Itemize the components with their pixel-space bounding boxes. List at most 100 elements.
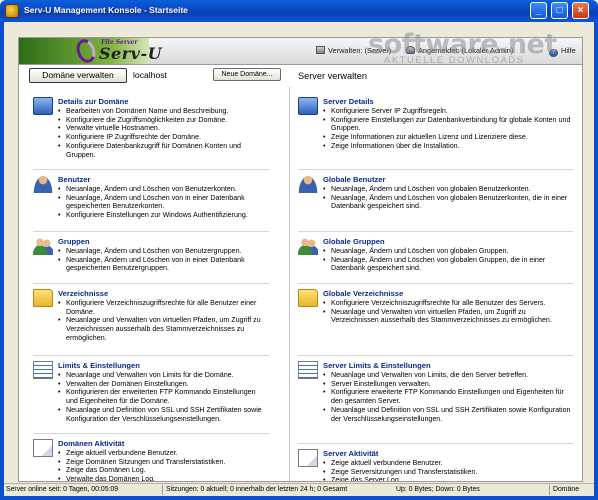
section-separator <box>33 283 269 284</box>
section-separator <box>298 355 573 356</box>
list-item: Neuanlage und Verwalten von Limits, die … <box>323 371 573 380</box>
new-domain-button[interactable]: Neue Domäne... <box>213 68 281 81</box>
list-item: Konfiguriere Datenbankzugriff für Domäne… <box>58 142 269 159</box>
checklist-icon <box>33 361 53 379</box>
list-item: Verwalten der Domänen Einstellungen. <box>58 380 269 389</box>
list-item: Zeige Domänen Sitzungen und Transferstat… <box>58 458 269 467</box>
list-item: Bearbeiten von Domänen Name und Beschrei… <box>58 107 269 116</box>
list-item: Konfigurieren der erweiterten FTP Komman… <box>58 388 269 405</box>
status-transfer: Up: 0 Bytes; Down: 0 Bytes <box>396 486 480 493</box>
list-item: Konfiguriere Einstellungen zur Datenbank… <box>323 116 573 133</box>
column-divider <box>289 87 290 481</box>
list-item: Neuanlage, Ändern und Löschen von global… <box>323 194 573 211</box>
logo-text: Serv-U <box>99 44 163 63</box>
status-uptime: Server online seit: 0 Tagen, 00:05:09 <box>6 486 119 493</box>
status-separator <box>162 485 163 495</box>
user-icon <box>298 175 318 193</box>
serv-u-app-icon <box>5 4 19 18</box>
window-titlebar[interactable]: Serv-U Management Konsole - Startseite _… <box>0 0 598 22</box>
list-item: Verwalte das Domänen Log. <box>58 475 269 481</box>
section-title-link[interactable]: Globale Verzeichnisse <box>323 289 403 298</box>
list-item: Neuanlage, Ändern und Löschen von global… <box>323 185 573 194</box>
section-bullet-list: Bearbeiten von Domänen Name und Beschrei… <box>58 107 269 159</box>
list-item: Konfiguriere IP Zugriffsrechte der Domän… <box>58 133 269 142</box>
section-separator <box>33 355 269 356</box>
window-title: Serv-U Management Konsole - Startseite <box>24 5 188 15</box>
list-item: Neuanlage und Definition von SSL und SSH… <box>58 406 269 423</box>
section-bullet-list: Neuanlage, Ändern und Löschen von global… <box>323 247 573 273</box>
section-bullet-list: Neuanlage, Ändern und Löschen von global… <box>323 185 573 211</box>
section-title-link[interactable]: Globale Benutzer <box>323 175 385 184</box>
computer-icon <box>33 97 53 115</box>
section-bullet-list: Zeige aktuell verbundene Benutzer.Zeige … <box>58 449 269 481</box>
folder-icon <box>33 289 53 307</box>
list-item: Zeige Informationen über die Installatio… <box>323 142 573 151</box>
section-separator <box>33 433 269 434</box>
list-item: Neuanlage, Ändern und Löschen von in ein… <box>58 194 269 211</box>
section-bullet-list: Konfiguriere Verzeichniszugriffsrechte f… <box>58 299 269 343</box>
document-icon <box>298 449 318 467</box>
section-title-link[interactable]: Domänen Aktivität <box>58 439 124 448</box>
start-page-content: Domäne verwalten localhost Neue Domäne..… <box>18 64 583 482</box>
list-item: Konfiguriere Verzeichniszugriffsrechte f… <box>323 299 573 308</box>
list-item: Zeige das Domänen Log. <box>58 466 269 475</box>
list-item: Neuanlage und Verwalten von virtuellen P… <box>58 316 269 342</box>
section-separator <box>298 169 573 170</box>
list-item: Zeige aktuell verbundene Benutzer. <box>323 459 573 468</box>
section-bullet-list: Neuanlage, Ändern und Löschen von Benutz… <box>58 247 269 273</box>
status-domain: Domäne <box>553 486 580 493</box>
section-title-link[interactable]: Limits & Einstellungen <box>58 361 140 370</box>
server-icon <box>316 46 325 54</box>
help-label: Hilfe <box>561 46 576 55</box>
section-bullet-list: Neuanlage und Verwalten von Limits, die … <box>323 371 573 423</box>
section-separator <box>298 443 573 444</box>
close-button[interactable]: × <box>572 2 589 19</box>
section-title-link[interactable]: Globale Gruppen <box>323 237 385 246</box>
list-item: Konfiguriere Server IP Zugriffsregeln. <box>323 107 573 116</box>
group-icon <box>33 237 53 255</box>
list-item: Konfiguriere erweiterte FTP Kommando Ein… <box>323 388 573 405</box>
list-item: Neuanlage und Verwalten von Limits für d… <box>58 371 269 380</box>
section-separator <box>298 283 573 284</box>
list-item: Neuanlage und Definition von SSL und SSH… <box>323 406 573 423</box>
section-title-link[interactable]: Server Limits & Einstellungen <box>323 361 431 370</box>
section-bullet-list: Konfiguriere Server IP Zugriffsregeln.Ko… <box>323 107 573 151</box>
document-icon <box>33 439 53 457</box>
list-item: Konfiguriere Verzeichniszugriffsrechte f… <box>58 299 269 316</box>
section-bullet-list: Zeige aktuell verbundene Benutzer. Zeige … <box>323 459 573 481</box>
section-title-link[interactable]: Verzeichnisse <box>58 289 108 298</box>
server-manage-heading: Server verwalten <box>298 71 367 81</box>
minimize-button[interactable]: _ <box>530 2 547 19</box>
list-item: Zeige aktuell verbundene Benutzer. <box>58 449 269 458</box>
list-item: Neuanlage, Ändern und Löschen von global… <box>323 247 573 256</box>
list-item: Neuanlage, Ändern und Löschen von global… <box>323 256 573 273</box>
section-separator <box>33 169 269 170</box>
group-icon <box>298 237 318 255</box>
list-item: Neuanlage und Verwalten von virtuellen P… <box>323 308 573 325</box>
section-separator <box>298 231 573 232</box>
list-item: Neuanlage, Ändern und Löschen von in ein… <box>58 256 269 273</box>
section-bullet-list: Konfiguriere Verzeichniszugriffsrechte f… <box>323 299 573 325</box>
section-bullet-list: Neuanlage und Verwalten von Limits für d… <box>58 371 269 423</box>
section-separator <box>33 231 269 232</box>
status-sessions: Sitzungen: 0 aktuell; 0 innerhalb der le… <box>166 486 348 493</box>
list-item: Zeige das Server Log. <box>323 476 573 481</box>
section-bullet-list: Neuanlage, Ändern und Löschen von Benutz… <box>58 185 269 220</box>
user-icon <box>33 175 53 193</box>
status-bar: Server online seit: 0 Tagen, 00:05:09 Si… <box>4 483 594 496</box>
section-title-link[interactable]: Server Aktivität <box>323 449 378 458</box>
manage-domain-button[interactable]: Domäne verwalten <box>29 68 127 83</box>
list-item: Neuanlage, Ändern und Löschen von Benutz… <box>58 247 269 256</box>
list-item: Server Einstellungen verwalten. <box>323 380 573 389</box>
section-title-link[interactable]: Benutzer <box>58 175 91 184</box>
section-title-link[interactable]: Details zur Domäne <box>58 97 128 106</box>
maximize-button[interactable]: □ <box>551 2 568 19</box>
computer-icon <box>298 97 318 115</box>
status-separator <box>549 485 550 495</box>
list-item: Neuanlage, Ändern und Löschen von Benutz… <box>58 185 269 194</box>
list-item: Konfiguriere die Zugriffsmöglichkeiten z… <box>58 116 269 125</box>
section-title-link[interactable]: Gruppen <box>58 237 90 246</box>
folder-icon <box>298 289 318 307</box>
domain-name-label: localhost <box>133 70 167 80</box>
section-title-link[interactable]: Server Details <box>323 97 374 106</box>
